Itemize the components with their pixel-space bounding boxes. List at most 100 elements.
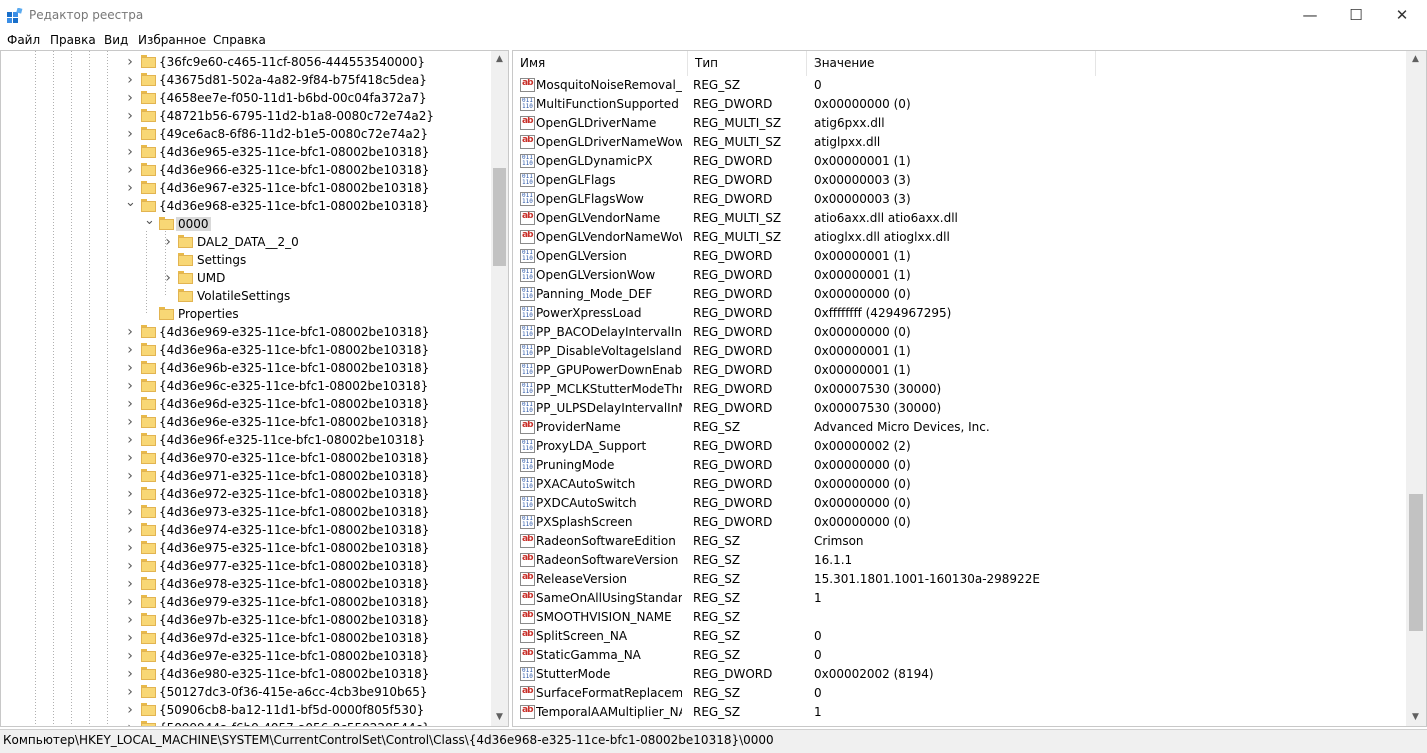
tree-node[interactable]: › {4d36e980-e325-11ce-bfc1-08002be10318} xyxy=(1,665,489,683)
tree-node[interactable]: › {4d36e973-e325-11ce-bfc1-08002be10318} xyxy=(1,503,489,521)
tree-node-label[interactable]: VolatileSettings xyxy=(195,289,292,303)
value-row[interactable]: ab SplitScreen_NA REG_SZ 0 xyxy=(513,627,1406,646)
value-row[interactable]: 011 110 PP_MCLKStutterModeThr... REG_DWORD… xyxy=(513,380,1406,399)
column-header-type[interactable]: Тип xyxy=(688,51,807,76)
tree-node-label[interactable]: Settings xyxy=(195,253,248,267)
chevron-down-icon[interactable]: ⌄ xyxy=(144,214,155,230)
tree-node[interactable]: › {4d36e969-e325-11ce-bfc1-08002be10318} xyxy=(1,323,489,341)
tree-node-label[interactable]: {4d36e96f-e325-11ce-bfc1-08002be10318} xyxy=(157,433,427,447)
tree-node-label[interactable]: {4d36e96d-e325-11ce-bfc1-08002be10318} xyxy=(157,397,431,411)
value-row[interactable]: 011 110 OpenGLFlagsWow REG_DWORD 0x00000003… xyxy=(513,190,1406,209)
menu-file[interactable]: Файл xyxy=(7,33,40,47)
tree-node[interactable]: › {4d36e967-e325-11ce-bfc1-08002be10318} xyxy=(1,179,489,197)
value-row[interactable]: 011 110 MultiFunctionSupported REG_DWORD 0x… xyxy=(513,95,1406,114)
value-row[interactable]: 011 110 PP_BACODelayIntervalIn... REG_DWOR… xyxy=(513,323,1406,342)
registry-tree[interactable]: › {36fc9e60-c465-11cf-8056-444553540000} ›… xyxy=(0,50,509,727)
chevron-right-icon[interactable]: › xyxy=(125,325,135,339)
value-row[interactable]: 011 110 Panning_Mode_DEF REG_DWORD 0x000000… xyxy=(513,285,1406,304)
chevron-right-icon[interactable]: › xyxy=(125,343,135,357)
tree-node-label[interactable]: {4d36e966-e325-11ce-bfc1-08002be10318} xyxy=(157,163,431,177)
scroll-down-arrow-icon[interactable]: ▼ xyxy=(491,709,508,726)
tree-node-label[interactable]: {4d36e973-e325-11ce-bfc1-08002be10318} xyxy=(157,505,431,519)
value-row[interactable]: 011 110 StutterMode REG_DWORD 0x00002002 (8… xyxy=(513,665,1406,684)
tree-node[interactable]: › {50127dc3-0f36-415e-a6cc-4cb3be910b65} xyxy=(1,683,489,701)
tree-node-label[interactable]: {36fc9e60-c465-11cf-8056-444553540000} xyxy=(157,55,427,69)
minimize-button[interactable]: — xyxy=(1287,0,1333,30)
tree-node-label[interactable]: Properties xyxy=(176,307,241,321)
tree-node[interactable]: › UMD xyxy=(1,269,489,287)
chevron-right-icon[interactable]: › xyxy=(125,379,135,393)
chevron-right-icon[interactable]: › xyxy=(125,181,135,195)
chevron-right-icon[interactable]: › xyxy=(125,73,135,87)
chevron-right-icon[interactable]: › xyxy=(125,451,135,465)
value-row[interactable]: ab OpenGLVendorNameWoW REG_MULTI_SZ atioglx… xyxy=(513,228,1406,247)
tree-node-label[interactable]: {43675d81-502a-4a82-9f84-b75f418c5dea} xyxy=(157,73,429,87)
value-row[interactable]: abSameOnAllUsingStandard... REG_SZ 1 xyxy=(513,589,1406,608)
value-row[interactable]: ab MosquitoNoiseRemoval_... REG_SZ 0 xyxy=(513,76,1406,95)
value-row[interactable]: ab OpenGLDriverName REG_MULTI_SZ atig6pxx.d… xyxy=(513,114,1406,133)
list-scroll-down-arrow-icon[interactable]: ▼ xyxy=(1407,709,1424,726)
value-row[interactable]: 011 110 ProxyLDA_Support REG_DWORD 0x000000… xyxy=(513,437,1406,456)
tree-node-label[interactable]: {50906cb8-ba12-11d1-bf5d-0000f805f530} xyxy=(157,703,426,717)
list-scrollbar[interactable]: ▲ ▼ xyxy=(1406,51,1426,726)
tree-node[interactable]: › {4d36e96e-e325-11ce-bfc1-08002be10318} xyxy=(1,413,489,431)
value-row[interactable]: ab StaticGamma_NA REG_SZ 0 xyxy=(513,646,1406,665)
chevron-right-icon[interactable]: › xyxy=(125,163,135,177)
chevron-right-icon[interactable]: › xyxy=(125,667,135,681)
chevron-right-icon[interactable]: › xyxy=(163,271,173,285)
tree-node[interactable]: › {4d36e970-e325-11ce-bfc1-08002be10318} xyxy=(1,449,489,467)
tree-node[interactable]: › {50906cb8-ba12-11d1-bf5d-0000f805f530} xyxy=(1,701,489,719)
value-row[interactable]: 011 110PP_ULPSDelayIntervalInMi... REG_DW… xyxy=(513,399,1406,418)
tree-node[interactable]: › {4658ee7e-f050-11d1-b6bd-00c04fa372a7} xyxy=(1,89,489,107)
maximize-button[interactable]: ☐ xyxy=(1333,0,1379,30)
tree-node[interactable]: › {4d36e977-e325-11ce-bfc1-08002be10318} xyxy=(1,557,489,575)
value-row[interactable]: ab OpenGLVendorName REG_MULTI_SZ atio6axx.d… xyxy=(513,209,1406,228)
tree-node-label[interactable]: {50127dc3-0f36-415e-a6cc-4cb3be910b65} xyxy=(157,685,430,699)
tree-node[interactable]: › {4d36e966-e325-11ce-bfc1-08002be10318} xyxy=(1,161,489,179)
tree-node-label[interactable]: {4d36e970-e325-11ce-bfc1-08002be10318} xyxy=(157,451,431,465)
value-row[interactable]: ab RadeonSoftwareEdition REG_SZ Crimson xyxy=(513,532,1406,551)
menu-view[interactable]: Вид xyxy=(104,33,128,47)
tree-node-label[interactable]: 0000 xyxy=(176,217,211,231)
chevron-right-icon[interactable]: › xyxy=(125,577,135,591)
scroll-up-arrow-icon[interactable]: ▲ xyxy=(491,51,508,68)
tree-node-label[interactable]: {4d36e965-e325-11ce-bfc1-08002be10318} xyxy=(157,145,431,159)
chevron-right-icon[interactable]: › xyxy=(125,505,135,519)
value-row[interactable]: 011 110 PP_GPUPowerDownEnabl... REG_DWORD 0… xyxy=(513,361,1406,380)
list-scroll-up-arrow-icon[interactable]: ▲ xyxy=(1407,51,1424,68)
value-row[interactable]: ab ProviderName REG_SZ Advanced Micro Devic… xyxy=(513,418,1406,437)
value-row[interactable]: 011 110 OpenGLVersion REG_DWORD 0x00000001 … xyxy=(513,247,1406,266)
tree-node[interactable]: › {4d36e96b-e325-11ce-bfc1-08002be10318} xyxy=(1,359,489,377)
tree-node[interactable]: › {49ce6ac8-6f86-11d2-b1e5-0080c72e74a2} xyxy=(1,125,489,143)
tree-node-label[interactable]: {4d36e968-e325-11ce-bfc1-08002be10318} xyxy=(157,199,431,213)
tree-node[interactable]: › {4d36e96d-e325-11ce-bfc1-08002be10318} xyxy=(1,395,489,413)
chevron-right-icon[interactable]: › xyxy=(125,109,135,123)
chevron-right-icon[interactable]: › xyxy=(125,127,135,141)
tree-node[interactable]: › {4d36e965-e325-11ce-bfc1-08002be10318} xyxy=(1,143,489,161)
chevron-right-icon[interactable]: › xyxy=(125,361,135,375)
chevron-right-icon[interactable]: › xyxy=(125,523,135,537)
value-row[interactable]: 011 110 OpenGLVersionWow REG_DWORD 0x000000… xyxy=(513,266,1406,285)
value-row[interactable]: ab SMOOTHVISION_NAME REG_SZ xyxy=(513,608,1406,627)
tree-node-label[interactable]: {4d36e96e-e325-11ce-bfc1-08002be10318} xyxy=(157,415,431,429)
tree-node-label[interactable]: {49ce6ac8-6f86-11d2-b1e5-0080c72e74a2} xyxy=(157,127,430,141)
tree-node-label[interactable]: {4d36e979-e325-11ce-bfc1-08002be10318} xyxy=(157,595,431,609)
tree-node[interactable]: Settings xyxy=(1,251,489,269)
chevron-down-icon[interactable]: ⌄ xyxy=(125,196,136,212)
value-row[interactable]: 011 110 PXDCAutoSwitch REG_DWORD 0x00000000… xyxy=(513,494,1406,513)
tree-node-label[interactable]: {4d36e967-e325-11ce-bfc1-08002be10318} xyxy=(157,181,431,195)
tree-node-label[interactable]: {48721b56-6795-11d2-b1a8-0080c72e74a2} xyxy=(157,109,436,123)
tree-node-label[interactable]: {5099944a-f6b9-4057-a056-8c550228544c} xyxy=(157,721,432,726)
value-row[interactable]: ab RadeonSoftwareVersion REG_SZ 16.1.1 xyxy=(513,551,1406,570)
tree-node[interactable]: › {4d36e97e-e325-11ce-bfc1-08002be10318} xyxy=(1,647,489,665)
tree-node-label[interactable]: {4d36e96a-e325-11ce-bfc1-08002be10318} xyxy=(157,343,431,357)
chevron-right-icon[interactable]: › xyxy=(125,91,135,105)
list-scroll-thumb[interactable] xyxy=(1409,494,1423,631)
close-button[interactable]: ✕ xyxy=(1379,0,1425,30)
tree-node-label[interactable]: {4d36e978-e325-11ce-bfc1-08002be10318} xyxy=(157,577,431,591)
tree-node[interactable]: › {4d36e97b-e325-11ce-bfc1-08002be10318} xyxy=(1,611,489,629)
tree-scroll-thumb[interactable] xyxy=(493,168,506,266)
tree-node-label[interactable]: {4d36e974-e325-11ce-bfc1-08002be10318} xyxy=(157,523,431,537)
value-row[interactable]: abSurfaceFormatReplaceme... REG_SZ 0 xyxy=(513,684,1406,703)
tree-node-label[interactable]: {4d36e97d-e325-11ce-bfc1-08002be10318} xyxy=(157,631,431,645)
